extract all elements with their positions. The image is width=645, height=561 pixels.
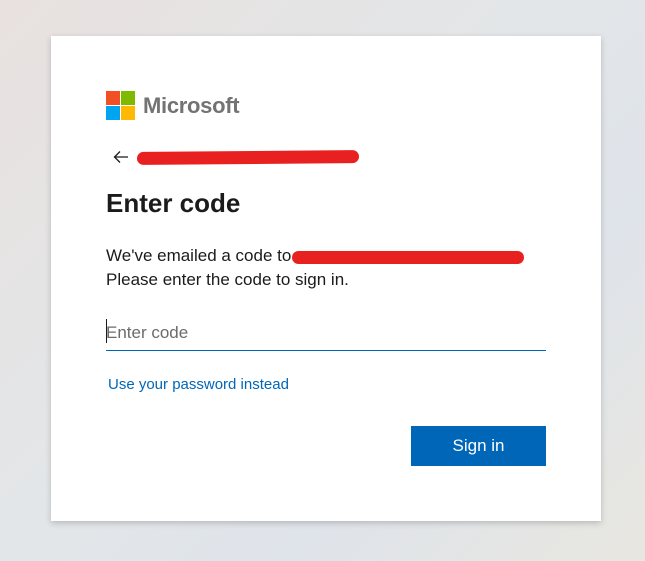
redacted-email	[292, 250, 525, 264]
microsoft-logo-icon	[106, 91, 135, 120]
code-input[interactable]	[106, 316, 546, 351]
use-password-link[interactable]: Use your password instead	[108, 376, 289, 393]
brand-name: Microsoft	[143, 92, 240, 118]
description-line-1: We've emailed a code to	[106, 244, 556, 268]
description-line-2: Please enter the code to sign in.	[106, 270, 349, 289]
logo-square-green	[121, 91, 135, 105]
logo-square-blue	[106, 106, 120, 120]
redacted-user-identity	[136, 149, 360, 165]
signin-card: Microsoft Enter code We've emailed a cod…	[51, 36, 601, 521]
sign-in-button[interactable]: Sign in	[411, 426, 546, 466]
text-caret	[106, 319, 107, 343]
description-prefix: We've emailed a code to	[106, 246, 292, 265]
description: We've emailed a code to Please enter the…	[106, 244, 556, 292]
logo-square-yellow	[121, 106, 135, 120]
page-title: Enter code	[106, 188, 241, 218]
logo-square-red	[106, 91, 120, 105]
arrow-left-icon[interactable]	[111, 147, 131, 167]
identity-row	[111, 145, 360, 169]
microsoft-logo: Microsoft	[106, 91, 240, 120]
